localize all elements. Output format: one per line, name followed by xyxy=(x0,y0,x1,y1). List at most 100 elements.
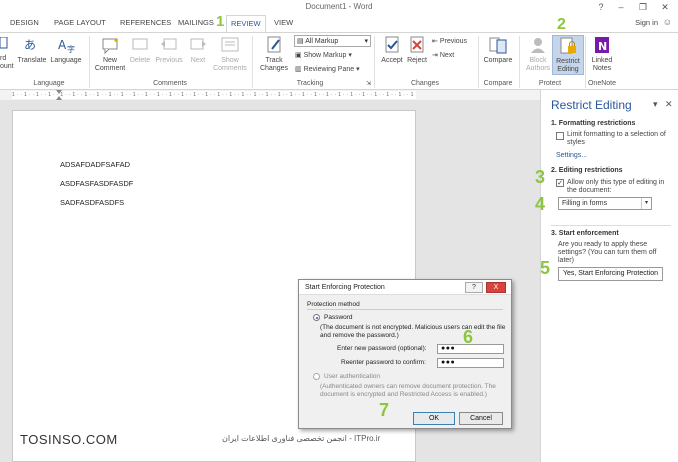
next-change-icon: ⇥ xyxy=(432,52,440,59)
all-markup-icon: ▤ xyxy=(297,38,306,45)
previous-change-icon: ⇤ xyxy=(432,38,440,45)
limit-formatting-label: Limit formatting to a selection of style… xyxy=(567,131,666,146)
window-title: Document1 - Word xyxy=(305,2,373,11)
show-markup-button[interactable]: ▣ Show Markup ▾ xyxy=(295,51,352,59)
svg-text:✦: ✦ xyxy=(113,37,119,45)
settings-link[interactable]: Settings... xyxy=(556,152,587,159)
start-enforcing-protection-dialog: Start Enforcing Protection ? X Protectio… xyxy=(298,279,512,429)
show-markup-label: Show Markup xyxy=(303,52,347,59)
language-icon: A字 xyxy=(58,38,75,54)
new-comment-icon: ✦ xyxy=(102,37,119,55)
ribbon-tabs: DESIGN PAGE LAYOUT REFERENCES MAILINGS R… xyxy=(0,14,678,32)
compare-button[interactable]: Compare xyxy=(478,35,518,65)
title-bar: Document1 - Word ? – ❐ ✕ xyxy=(0,0,678,14)
dialog-close-button[interactable]: X xyxy=(486,282,506,293)
step-number-4: 4 xyxy=(535,194,546,214)
user-authentication-label: User authentication xyxy=(324,373,381,380)
indent-marker-icon[interactable] xyxy=(55,90,63,100)
block-authors-icon xyxy=(531,38,545,53)
group-changes: Changes xyxy=(410,80,440,87)
markup-display-select[interactable]: ▤ All Markup ▾ xyxy=(294,35,371,47)
previous-comment-icon xyxy=(161,38,177,50)
reviewing-pane-button[interactable]: ▥ Reviewing Pane ▾ xyxy=(295,65,360,73)
minimize-button[interactable]: – xyxy=(610,0,632,14)
translate-label: Translate xyxy=(17,57,47,64)
svg-text:A: A xyxy=(58,38,67,52)
step-number-7: 7 xyxy=(379,400,390,420)
language-label: Language xyxy=(50,57,82,64)
horizontal-ruler[interactable]: 1 · · 1 · · 1 · · 1 · · 1 · · 1 · · 1 · … xyxy=(12,91,416,99)
document-paragraph[interactable]: ADSAFDADFSAFAD xyxy=(60,160,130,169)
track-changes-button[interactable]: Track Changes xyxy=(254,35,294,73)
chevron-down-icon: ▾ xyxy=(641,198,651,209)
enter-password-label: Enter new password (optional): xyxy=(337,345,427,352)
tab-mailings[interactable]: MAILINGS xyxy=(178,18,214,27)
editing-restrictions-heading: 2. Editing restrictions xyxy=(551,167,623,174)
chevron-down-icon: ▾ xyxy=(364,38,368,45)
start-enforcement-text: Are you ready to apply these settings? (… xyxy=(558,241,657,264)
document-paragraph[interactable]: SADFASDFASDFS xyxy=(60,198,124,207)
chevron-down-icon: ▾ xyxy=(356,66,360,73)
document-paragraph[interactable]: ASDFASFASDFASDF xyxy=(60,179,133,188)
restrict-editing-pane: Restrict Editing ▾ ✕ 1. Formatting restr… xyxy=(540,90,678,462)
track-changes-icon xyxy=(267,36,281,53)
reject-button[interactable]: Reject xyxy=(397,35,437,65)
step-number-1: 1 xyxy=(216,13,225,30)
password-note: (The document is not encrypted. Maliciou… xyxy=(320,324,506,339)
reject-label: Reject xyxy=(407,57,427,64)
all-markup-value: All Markup xyxy=(305,38,339,45)
next-change-button[interactable]: ⇥ Next xyxy=(432,51,454,59)
tab-page-layout[interactable]: PAGE LAYOUT xyxy=(54,18,106,27)
close-window-button[interactable]: ✕ xyxy=(654,0,676,14)
linked-notes-button[interactable]: N Linked Notes xyxy=(582,35,622,73)
help-button[interactable]: ? xyxy=(590,0,612,14)
password-radio[interactable] xyxy=(313,314,320,321)
previous-change-label: Previous xyxy=(439,38,468,45)
editing-type-select[interactable]: Filling in forms ▾ xyxy=(558,197,652,210)
cancel-button[interactable]: Cancel xyxy=(459,412,503,425)
step-number-5: 5 xyxy=(540,258,551,278)
tab-references[interactable]: REFERENCES xyxy=(120,18,171,27)
limit-formatting-checkbox[interactable] xyxy=(556,132,564,140)
show-comments-button[interactable]: Show Comments xyxy=(210,35,250,73)
ruler-bar: 1 · · 1 · · 1 · · 1 · · 1 · · 1 · · 1 · … xyxy=(0,90,540,100)
group-comments: Comments xyxy=(153,80,187,87)
step-number-6: 6 xyxy=(463,327,474,347)
sign-in-link[interactable]: Sign in xyxy=(635,18,658,27)
formatting-restrictions-heading: 1. Formatting restrictions xyxy=(551,120,636,127)
linked-notes-label: Linked Notes xyxy=(591,57,613,72)
onenote-icon: N xyxy=(595,37,609,53)
watermark-tosinso: TOSINSO.COM xyxy=(20,432,118,447)
translate-icon: あ xyxy=(24,38,36,52)
block-authors-label: Block Authors xyxy=(525,57,551,72)
next-comment-icon xyxy=(190,38,206,50)
tab-review[interactable]: REVIEW xyxy=(226,15,266,32)
language-button[interactable]: A字 Language xyxy=(46,35,86,65)
protection-method-label: Protection method xyxy=(307,301,360,308)
start-enforcing-button[interactable]: Yes, Start Enforcing Protection xyxy=(558,267,663,281)
confirm-password-field[interactable]: ●●● xyxy=(437,358,504,368)
chevron-down-icon: ▾ xyxy=(348,52,352,59)
pane-title: Restrict Editing xyxy=(551,98,632,112)
dialog-help-button[interactable]: ? xyxy=(465,282,483,293)
restrict-editing-button[interactable]: Restrict Editing xyxy=(552,35,584,75)
pane-menu-icon[interactable]: ▾ xyxy=(653,99,658,110)
tracking-dialog-launcher-icon[interactable]: ⇲ xyxy=(366,80,371,87)
group-tracking: Tracking xyxy=(296,80,324,87)
group-language: Language xyxy=(33,80,65,87)
tab-view[interactable]: VIEW xyxy=(274,18,293,27)
restore-button[interactable]: ❐ xyxy=(632,0,654,14)
restrict-editing-label: Restrict Editing xyxy=(556,58,580,73)
pane-close-icon[interactable]: ✕ xyxy=(665,99,673,110)
watermark-itpro: ITPro.ir - انجمن تخصصی فناوری اطلاعات ای… xyxy=(222,434,381,443)
reviewing-pane-icon: ▥ xyxy=(295,66,304,73)
feedback-smiley-icon[interactable]: ☺ xyxy=(663,17,672,27)
tab-design[interactable]: DESIGN xyxy=(10,18,39,27)
word-count-label-partial: rd xyxy=(0,55,7,62)
word-count-partial[interactable] xyxy=(0,37,8,52)
ok-button[interactable]: OK xyxy=(413,412,455,425)
user-authentication-radio[interactable] xyxy=(313,373,320,380)
user-authentication-note: (Authenticated owners can remove documen… xyxy=(320,383,496,398)
previous-change-button[interactable]: ⇤ Previous xyxy=(432,37,467,45)
allow-editing-checkbox[interactable]: ✓ xyxy=(556,179,564,187)
